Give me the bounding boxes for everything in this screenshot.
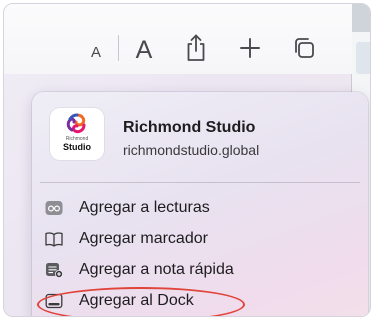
dock-icon <box>44 291 64 311</box>
logo-big-text: Studio <box>63 142 91 152</box>
reading-list-icon <box>44 198 64 218</box>
bookmark-icon <box>44 229 64 249</box>
screenshot-stage: ⌄ ≡ A A <box>0 0 380 319</box>
site-name: Richmond Studio <box>123 119 256 136</box>
safari-window: ⌄ ≡ A A <box>3 3 371 317</box>
menu-item-add-quick-note[interactable]: Agregar a nota rápida <box>40 256 356 284</box>
share-button[interactable] <box>184 32 208 64</box>
font-small-label: A <box>90 43 101 61</box>
new-tab-button[interactable] <box>237 34 263 62</box>
plus-icon <box>240 38 260 58</box>
menu-item-label: Agregar a lecturas <box>79 199 210 216</box>
increase-font-button[interactable]: A <box>132 35 156 65</box>
toolbar-divider <box>118 35 119 61</box>
quick-note-icon <box>44 260 64 280</box>
share-popover: Richmond Studio Richmond Studio richmond… <box>32 92 368 316</box>
menu-item-add-reading-list[interactable]: Agregar a lecturas <box>40 194 356 222</box>
menu-item-add-bookmark[interactable]: Agregar marcador <box>40 225 356 253</box>
share-icon <box>187 34 205 61</box>
site-domain: richmondstudio.global <box>123 142 260 158</box>
richmond-logo-icon <box>66 113 86 134</box>
safari-toolbar: A A <box>4 4 352 74</box>
tabs-icon <box>295 38 314 58</box>
background-tab <box>356 42 370 74</box>
font-large-label: A <box>135 35 153 64</box>
popover-separator <box>40 182 360 183</box>
tab-overview-button[interactable] <box>292 35 316 61</box>
menu-item-label: Agregar a nota rápida <box>79 261 234 278</box>
decrease-font-button[interactable]: A <box>87 42 105 62</box>
menu-item-label: Agregar marcador <box>79 230 208 247</box>
menu-item-add-to-dock[interactable]: Agregar al Dock <box>40 287 356 315</box>
menu-item-label: Agregar al Dock <box>79 292 194 309</box>
site-logo: Richmond Studio <box>50 108 104 160</box>
